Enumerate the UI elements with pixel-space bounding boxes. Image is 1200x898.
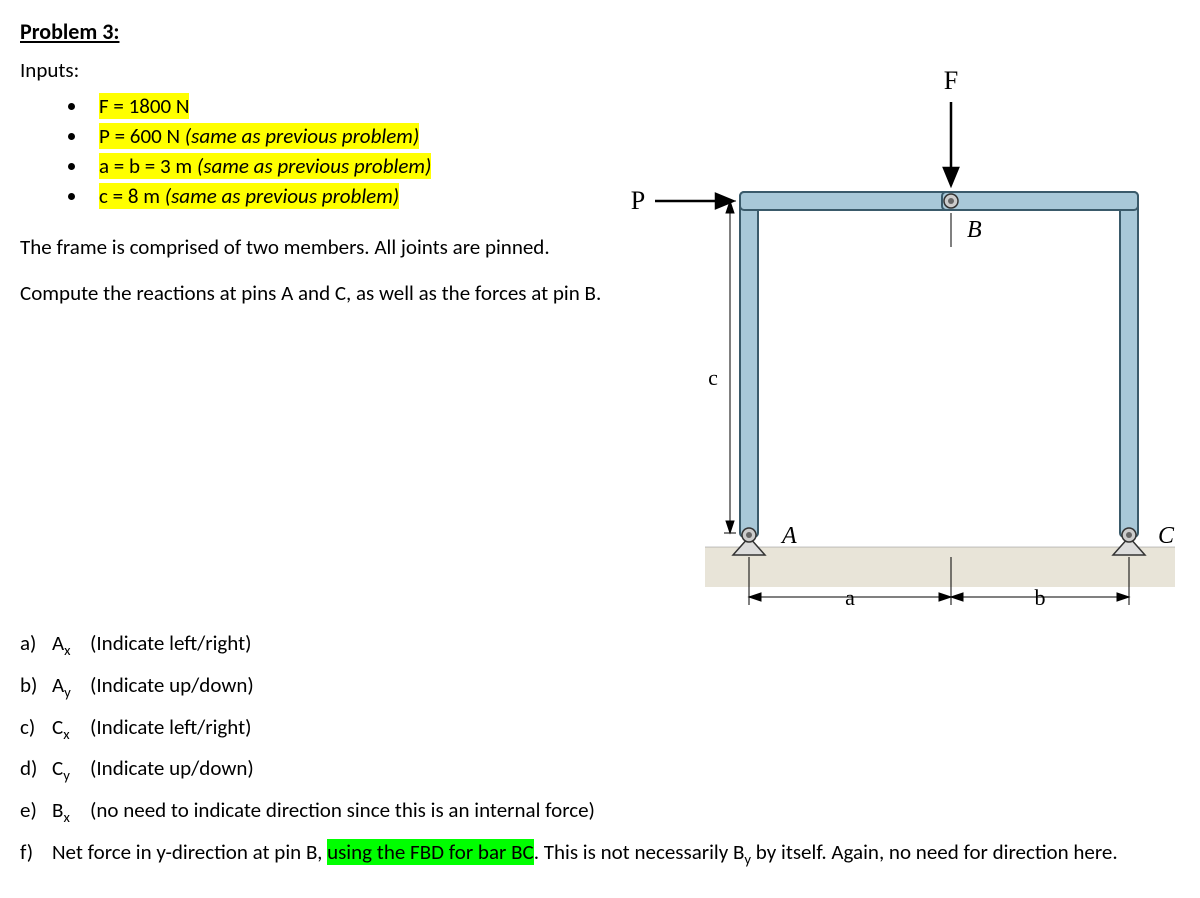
input-text: P = 600 N bbox=[99, 123, 180, 149]
q-label: d) bbox=[20, 754, 52, 786]
question-f: f) Net force in y-direction at pin B, us… bbox=[20, 838, 1180, 870]
bullet-icon bbox=[68, 133, 75, 140]
input-text: c = 8 m bbox=[99, 183, 160, 209]
bullet-icon bbox=[68, 163, 75, 170]
frame-diagram: F P c a bbox=[620, 57, 1180, 617]
description-1: The frame is comprised of two members. A… bbox=[20, 233, 620, 261]
input-item: P = 600 N (same as previous problem) bbox=[68, 123, 620, 149]
label-c: c bbox=[708, 365, 718, 390]
label-P: P bbox=[631, 186, 645, 215]
q-var: Cx bbox=[52, 713, 90, 745]
input-text: F = 1800 N bbox=[99, 93, 189, 119]
q-var: Cy bbox=[52, 754, 90, 786]
problem-title: Problem 3: bbox=[20, 18, 1180, 45]
question-b: b) Ay (Indicate up/down) bbox=[20, 671, 1180, 703]
q-note: (Indicate left/right) bbox=[90, 629, 252, 661]
label-b-dim: b bbox=[1035, 585, 1046, 610]
q-var: Ay bbox=[52, 671, 90, 703]
label-C: C bbox=[1158, 523, 1175, 549]
input-item: F = 1800 N bbox=[68, 93, 620, 119]
bullet-icon bbox=[68, 193, 75, 200]
q-label: b) bbox=[20, 671, 52, 703]
question-e: e) Bx (no need to indicate direction sin… bbox=[20, 796, 1180, 828]
top-section: Inputs: F = 1800 N P = 600 N (same as pr… bbox=[20, 57, 1180, 617]
input-suffix: (same as previous problem) bbox=[192, 153, 431, 179]
q-var: Ax bbox=[52, 629, 90, 661]
q-note: (Indicate up/down) bbox=[90, 754, 254, 786]
diagram-column: F P c a bbox=[620, 57, 1180, 617]
q-label: f) bbox=[20, 838, 52, 870]
input-item: a = b = 3 m (same as previous problem) bbox=[68, 153, 620, 179]
highlight-green: using the FBD for bar BC bbox=[327, 839, 534, 865]
question-d: d) Cy (Indicate up/down) bbox=[20, 754, 1180, 786]
question-c: c) Cx (Indicate left/right) bbox=[20, 713, 1180, 745]
inputs-label: Inputs: bbox=[20, 57, 620, 83]
q-label: a) bbox=[20, 629, 52, 661]
input-item: c = 8 m (same as previous problem) bbox=[68, 183, 620, 209]
q-text: Net force in y-direction at pin B, using… bbox=[52, 838, 1118, 870]
label-B: B bbox=[967, 217, 982, 243]
q-note: (Indicate left/right) bbox=[90, 713, 252, 745]
bullet-icon bbox=[68, 103, 75, 110]
q-note: (no need to indicate direction since thi… bbox=[90, 796, 595, 828]
question-a: a) Ax (Indicate left/right) bbox=[20, 629, 1180, 661]
label-A: A bbox=[780, 523, 797, 549]
q-note: (Indicate up/down) bbox=[90, 671, 254, 703]
q-var: Bx bbox=[52, 796, 90, 828]
label-F: F bbox=[944, 66, 958, 95]
input-suffix: (same as previous problem) bbox=[160, 183, 399, 209]
q-label: e) bbox=[20, 796, 52, 828]
description-2: Compute the reactions at pins A and C, a… bbox=[20, 279, 620, 307]
label-a-dim: a bbox=[845, 585, 855, 610]
left-column: Inputs: F = 1800 N P = 600 N (same as pr… bbox=[20, 57, 620, 326]
input-suffix: (same as previous problem) bbox=[180, 123, 419, 149]
questions-list: a) Ax (Indicate left/right) b) Ay (Indic… bbox=[20, 629, 1180, 870]
inputs-list: F = 1800 N P = 600 N (same as previous p… bbox=[20, 93, 620, 209]
q-label: c) bbox=[20, 713, 52, 745]
input-text: a = b = 3 m bbox=[99, 153, 192, 179]
